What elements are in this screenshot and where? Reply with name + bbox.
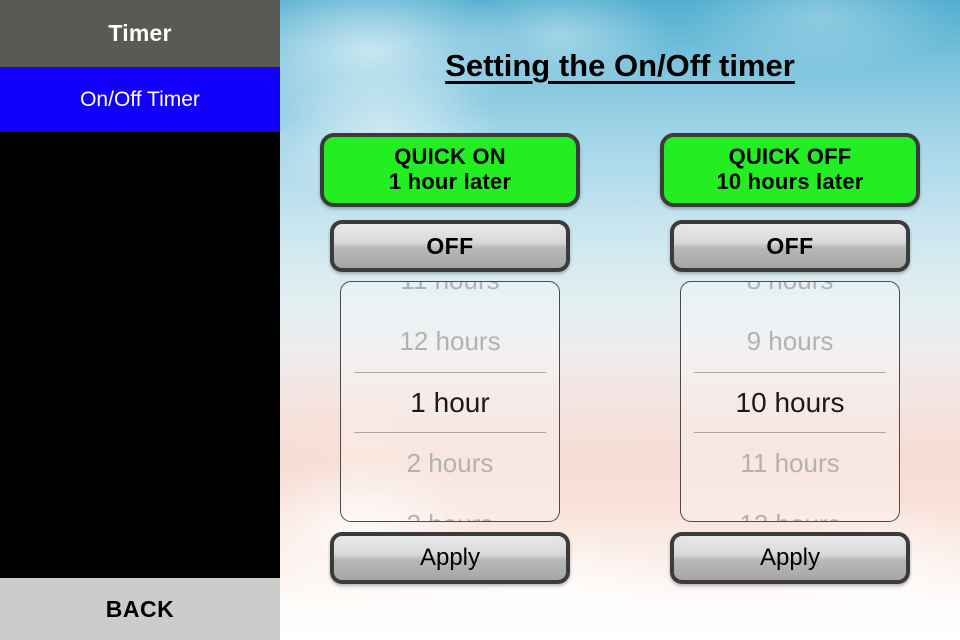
on-timer-duration-picker[interactable]: 11 hours 12 hours 1 hour 2 hours 3 hours [340,281,560,522]
on-timer-apply-label: Apply [419,544,481,571]
picker-option[interactable]: 9 hours [681,311,899,372]
picker-option[interactable]: 3 hours [341,494,559,521]
picker-option-selected[interactable]: 10 hours [681,372,899,433]
off-timer-state-label: OFF [766,232,814,259]
picker-option[interactable]: 11 hours [341,282,559,311]
sidebar: Timer On/Off Timer BACK [0,0,280,640]
quick-off-title: QUICK OFF [728,144,852,170]
off-timer-duration-picker[interactable]: 8 hours 9 hours 10 hours 11 hours 12 hou… [680,281,900,522]
quick-off-button[interactable]: QUICK OFF 10 hours later [660,133,920,207]
picker-option[interactable]: 2 hours [341,433,559,494]
picker-option-selected[interactable]: 1 hour [341,372,559,433]
on-timer-state-label: OFF [426,232,474,259]
off-timer-state-button[interactable]: OFF [670,220,910,272]
quick-off-subtitle: 10 hours later [716,169,864,194]
timer-column-on: QUICK ON 1 hour later OFF 11 hours 12 ho… [320,0,580,640]
picker-option[interactable]: 12 hours [341,311,559,372]
back-button-label: BACK [105,595,175,622]
picker-option[interactable]: 8 hours [681,282,899,311]
on-timer-apply-button[interactable]: Apply [330,532,570,584]
quick-on-subtitle: 1 hour later [388,169,512,194]
app-root: Timer On/Off Timer BACK Setting the On/O… [0,0,960,640]
off-timer-apply-button[interactable]: Apply [670,532,910,584]
sidebar-item-on-off-timer[interactable]: On/Off Timer [0,67,280,132]
quick-on-button[interactable]: QUICK ON 1 hour later [320,133,580,207]
sidebar-empty-area [0,132,280,578]
back-button[interactable]: BACK [0,578,280,640]
timer-column-off: QUICK OFF 10 hours later OFF 8 hours 9 h… [660,0,920,640]
picker-option[interactable]: 11 hours [681,433,899,494]
sidebar-item-label: On/Off Timer [80,87,200,111]
on-timer-state-button[interactable]: OFF [330,220,570,272]
sidebar-header-title: Timer [0,0,280,67]
off-timer-apply-label: Apply [759,544,821,571]
quick-on-title: QUICK ON [394,144,506,170]
main-panel: Setting the On/Off timer QUICK ON 1 hour… [280,0,960,640]
picker-option[interactable]: 12 hours [681,494,899,521]
